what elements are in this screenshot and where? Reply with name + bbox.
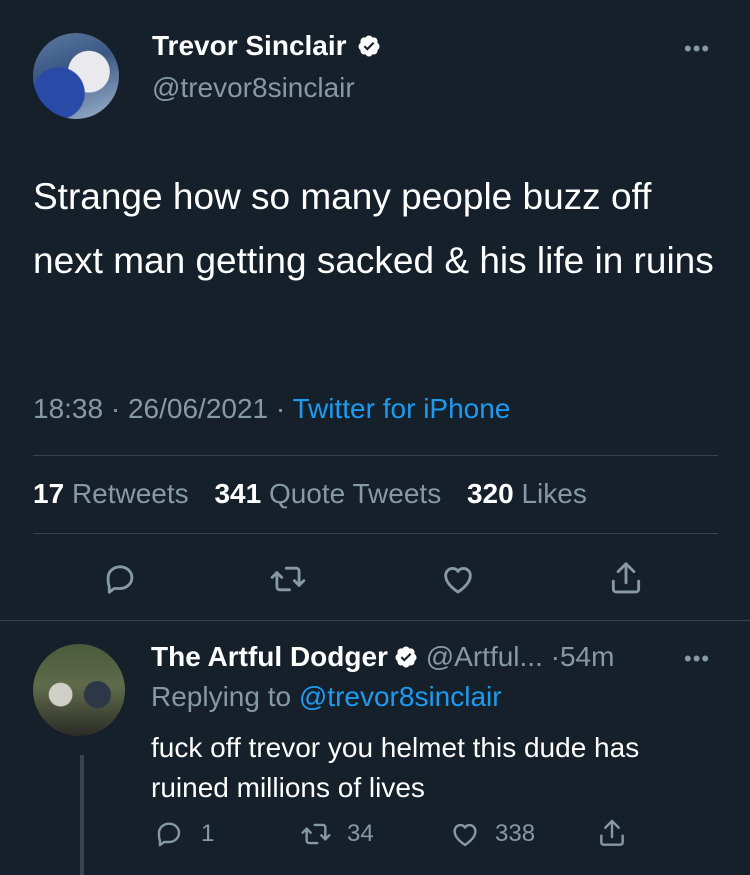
reply-author-name[interactable]: The Artful Dodger <box>151 641 388 672</box>
retweet-icon[interactable] <box>299 818 333 850</box>
likes-stat[interactable]: 320 Likes <box>467 478 605 509</box>
quotes-stat[interactable]: 341 Quote Tweets <box>214 478 459 509</box>
share-icon[interactable] <box>596 816 628 855</box>
reply-author-avatar[interactable] <box>33 644 125 736</box>
reply-separator: · <box>550 641 560 672</box>
retweet-icon[interactable] <box>268 560 308 598</box>
likes-count: 320 <box>466 478 514 509</box>
replying-to-prefix: Replying to <box>151 681 292 712</box>
tweet-stats: 17 Retweets 341 Quote Tweets 320 Likes <box>33 478 605 510</box>
author-name-row[interactable]: Trevor Sinclair <box>152 30 381 62</box>
tweet-source-link[interactable]: Twitter for iPhone <box>293 393 511 424</box>
like-icon[interactable] <box>449 818 481 850</box>
author-name[interactable]: Trevor Sinclair <box>152 30 347 61</box>
divider <box>33 533 718 534</box>
retweets-count: 17 <box>33 478 65 509</box>
divider <box>33 455 718 456</box>
meta-separator: · <box>110 393 121 424</box>
replying-to-handle[interactable]: @trevor8sinclair <box>299 681 502 712</box>
reply-likes-count: 338 <box>495 820 536 847</box>
reply-retweet-action[interactable]: 34 <box>299 818 374 850</box>
reply-header: The Artful Dodger @Artful... ·54m <box>151 641 614 673</box>
reply-icon[interactable] <box>153 818 185 850</box>
reply-author-handle[interactable]: @Artful... <box>426 641 543 672</box>
reply-replies-count: 1 <box>201 820 215 847</box>
reply-like-action[interactable]: 338 <box>449 818 535 850</box>
reply-retweets-count: 34 <box>347 820 374 847</box>
retweets-stat[interactable]: 17 Retweets <box>33 478 207 509</box>
divider <box>0 620 750 621</box>
tweet-time: 18:38 <box>33 393 104 424</box>
reply-text: fuck off trevor you helmet this dude has… <box>151 732 640 803</box>
tweet-text: Strange how so many people buzz off next… <box>33 176 714 281</box>
verified-badge-icon <box>358 35 380 57</box>
author-avatar[interactable] <box>33 33 119 119</box>
retweets-label: Retweets <box>71 478 189 509</box>
meta-separator: · <box>275 393 286 424</box>
like-icon[interactable] <box>439 560 477 598</box>
verified-badge-icon <box>395 646 417 668</box>
reply-more-options-icon[interactable]: ••• <box>684 646 710 672</box>
tweet-meta: 18:38 · 26/06/2021 · Twitter for iPhone <box>33 393 510 425</box>
replying-to: Replying to @trevor8sinclair <box>151 681 502 713</box>
reply-reply-action[interactable]: 1 <box>153 818 214 850</box>
tweet-date: 26/06/2021 <box>127 393 269 424</box>
share-icon[interactable] <box>607 558 645 598</box>
more-options-icon[interactable]: ••• <box>684 36 710 62</box>
reply-age: 54m <box>559 641 615 672</box>
thread-line <box>80 755 84 875</box>
quotes-label: Quote Tweets <box>268 478 442 509</box>
reply-icon[interactable] <box>101 560 139 598</box>
quotes-count: 341 <box>214 478 262 509</box>
author-handle[interactable]: @trevor8sinclair <box>152 72 355 104</box>
likes-label: Likes <box>521 478 587 509</box>
